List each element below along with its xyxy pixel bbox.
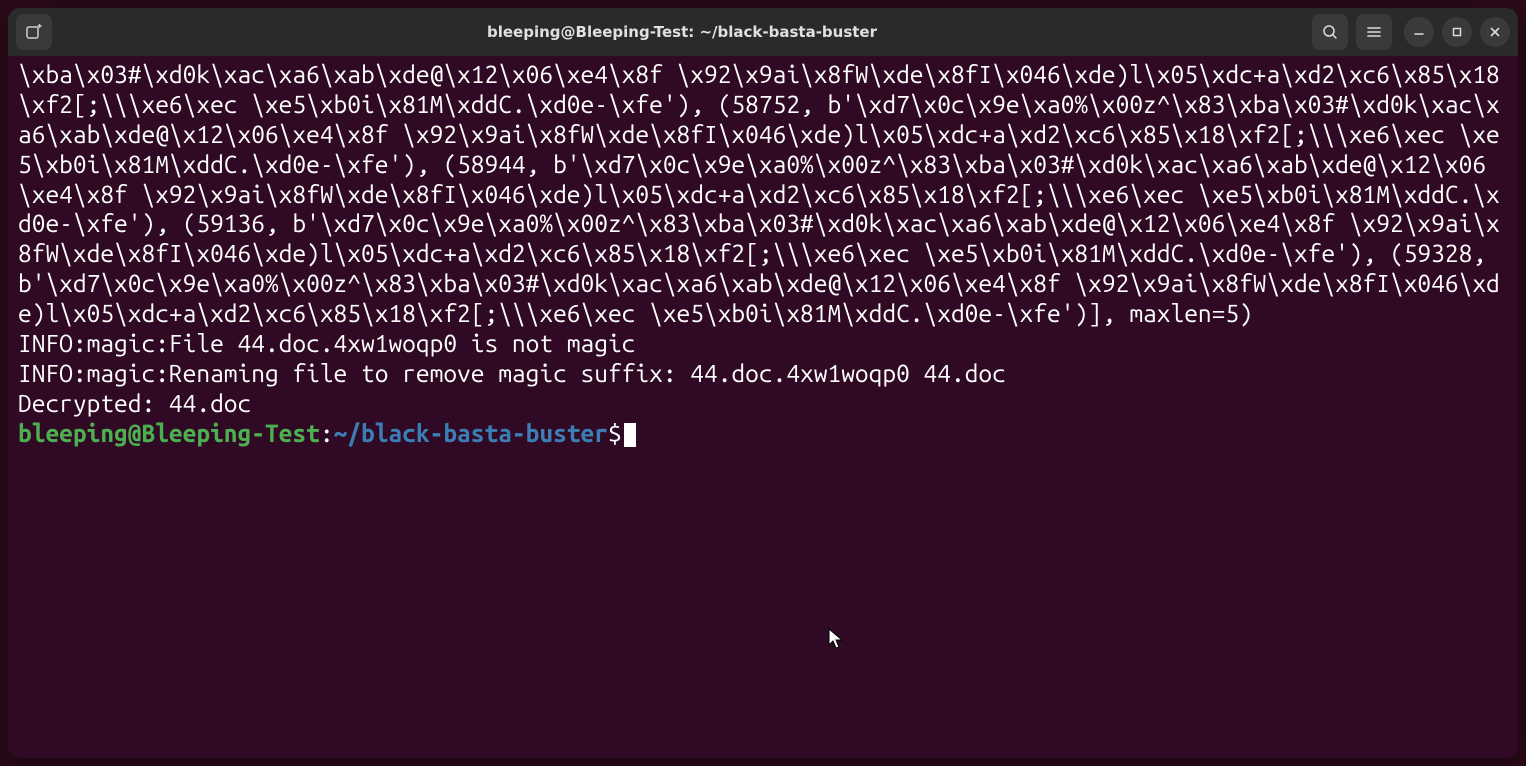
terminal-decrypted-line: Decrypted: 44.doc	[18, 389, 251, 417]
minimize-icon	[1413, 26, 1425, 38]
menu-button[interactable]	[1356, 14, 1392, 50]
close-icon	[1489, 26, 1501, 38]
search-button[interactable]	[1312, 14, 1348, 50]
new-tab-button[interactable]	[16, 14, 52, 50]
terminal-output-raw: \xba\x03#\xd0k\xac\xa6\xab\xde@\x12\x06\…	[18, 60, 1500, 327]
prompt-path: ~/black-basta-buster	[334, 419, 608, 447]
maximize-icon	[1451, 26, 1463, 38]
prompt-user-host: bleeping@Bleeping-Test	[18, 419, 320, 447]
search-icon	[1322, 24, 1338, 40]
new-tab-icon	[25, 23, 43, 41]
titlebar-left	[16, 14, 52, 50]
terminal-info-line-1: INFO:magic:File 44.doc.4xw1woqp0 is not …	[18, 329, 635, 357]
titlebar: bleeping@Bleeping-Test: ~/black-basta-bu…	[8, 8, 1518, 56]
close-button[interactable]	[1480, 17, 1510, 47]
prompt-separator: :	[320, 419, 334, 447]
titlebar-right	[1312, 14, 1510, 50]
terminal-info-line-2: INFO:magic:Renaming file to remove magic…	[18, 359, 1006, 387]
prompt-symbol: $	[608, 419, 622, 447]
maximize-button[interactable]	[1442, 17, 1472, 47]
terminal-body[interactable]: \xba\x03#\xd0k\xac\xa6\xab\xde@\x12\x06\…	[8, 56, 1518, 758]
window-title: bleeping@Bleeping-Test: ~/black-basta-bu…	[60, 23, 1304, 41]
mouse-cursor-icon	[828, 628, 844, 650]
minimize-button[interactable]	[1404, 17, 1434, 47]
text-cursor	[624, 423, 636, 447]
terminal-window: bleeping@Bleeping-Test: ~/black-basta-bu…	[8, 8, 1518, 758]
hamburger-icon	[1366, 24, 1382, 40]
